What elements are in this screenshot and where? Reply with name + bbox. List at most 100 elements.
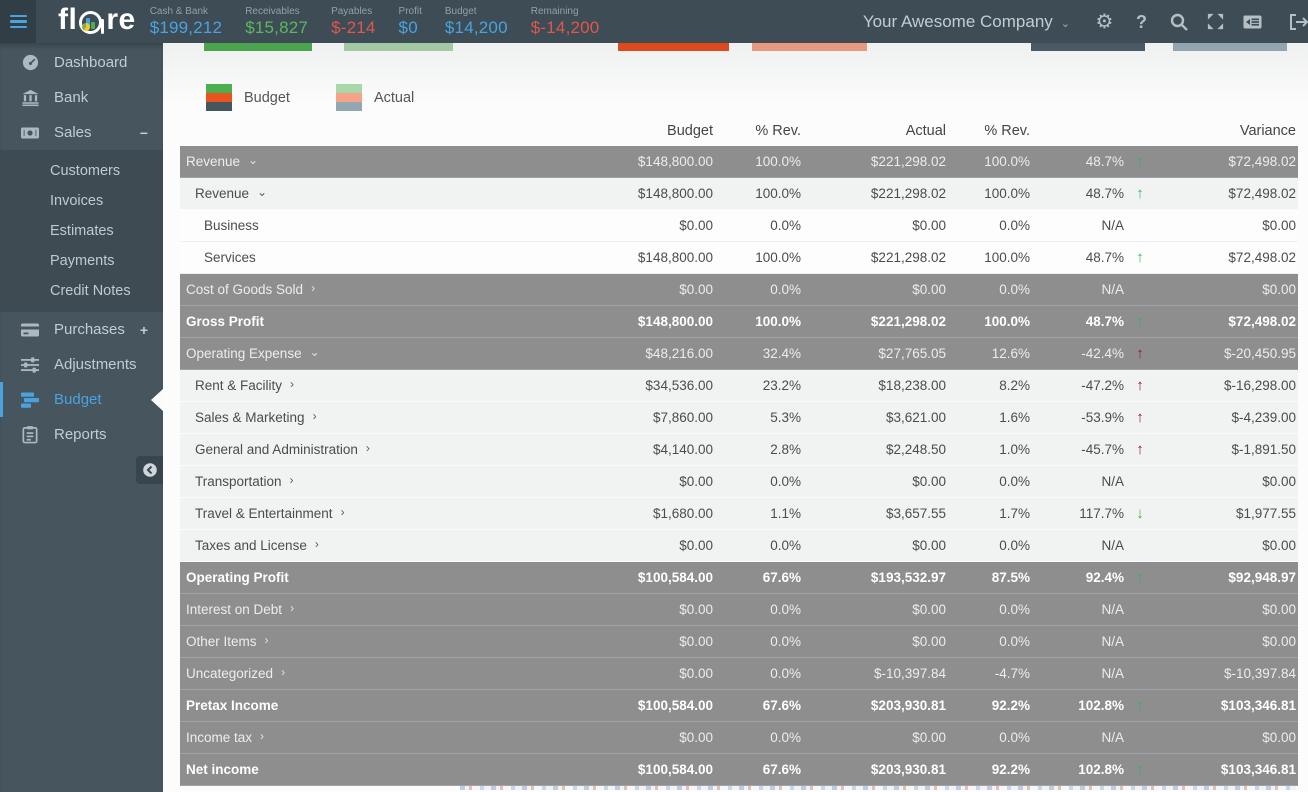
cell-variance: $0.00 xyxy=(1156,282,1298,297)
help-icon[interactable]: ? xyxy=(1123,13,1160,31)
cell-budget: $0.00 xyxy=(583,602,713,617)
table-row-income-tax[interactable]: Income tax›$0.000.0%$0.000.0%N/A$0.00 xyxy=(180,722,1298,754)
cell-budget: $1,680.00 xyxy=(583,506,713,521)
cell-variance: $72,498.02 xyxy=(1156,314,1298,329)
gear-icon[interactable]: ⚙ xyxy=(1086,12,1123,32)
trend-up-icon: ↑ xyxy=(1124,185,1156,202)
sidebar-item-invoices[interactable]: Invoices xyxy=(0,186,163,216)
company-selector[interactable]: Your Awesome Company ⌄ xyxy=(863,12,1070,32)
chart-bar-remnant-1 xyxy=(204,43,312,51)
table-row-uncategorized[interactable]: Uncategorized›$0.000.0%$-10,397.84-4.7%N… xyxy=(180,658,1298,690)
cell-budget: $100,584.00 xyxy=(583,570,713,585)
table-row-sales-marketing[interactable]: Sales & Marketing›$7,860.005.3%$3,621.00… xyxy=(180,402,1298,434)
trend-up-icon: ↑ xyxy=(1124,249,1156,266)
cell-variance: $72,498.02 xyxy=(1156,250,1298,265)
chart-bar-remnant-2 xyxy=(344,43,453,51)
cell-change-pct: -53.9% xyxy=(1030,410,1124,425)
cell-budget-pct: 0.0% xyxy=(713,538,801,553)
legend-item-budget[interactable]: Budget xyxy=(206,84,290,111)
col-budget: Budget xyxy=(583,123,713,139)
row-label: Pretax Income xyxy=(180,698,583,713)
cell-actual: $27,765.05 xyxy=(801,346,946,361)
cell-budget: $0.00 xyxy=(583,730,713,745)
stat-label: Receivables xyxy=(245,6,308,17)
row-label: Other Items› xyxy=(180,634,583,649)
sidebar-item-customers[interactable]: Customers xyxy=(0,156,163,186)
trend-up-icon: ↑ xyxy=(1124,697,1156,714)
sidebar-item-reports[interactable]: Reports xyxy=(0,417,163,452)
sidebar-item-dashboard[interactable]: Dashboard xyxy=(0,45,163,80)
cell-variance: $0.00 xyxy=(1156,474,1298,489)
table-row-travel-entertainment[interactable]: Travel & Entertainment›$1,680.001.1%$3,6… xyxy=(180,498,1298,530)
table-row-cost-of-goods-sold[interactable]: Cost of Goods Sold›$0.000.0%$0.000.0%N/A… xyxy=(180,274,1298,306)
cell-budget: $0.00 xyxy=(583,218,713,233)
cell-budget: $148,800.00 xyxy=(583,154,713,169)
sidebar-item-label: Purchases xyxy=(54,321,125,338)
cell-actual-pct: 0.0% xyxy=(946,218,1030,233)
cell-actual: $3,657.55 xyxy=(801,506,946,521)
legend-item-actual[interactable]: Actual xyxy=(336,84,414,111)
stat-label: Profit xyxy=(399,6,422,17)
header-stat-remaining: Remaining$-14,200 xyxy=(531,6,600,38)
cell-variance: $-16,298.00 xyxy=(1156,378,1298,393)
table-row-revenue[interactable]: Revenue⌄$148,800.00100.0%$221,298.02100.… xyxy=(180,178,1298,210)
cell-change-pct: 102.8% xyxy=(1030,762,1124,777)
cell-budget-pct: 0.0% xyxy=(713,282,801,297)
cell-variance: $72,498.02 xyxy=(1156,186,1298,201)
sidebar-item-payments[interactable]: Payments xyxy=(0,246,163,276)
row-label: Net income xyxy=(180,762,583,777)
app-logo[interactable]: fl re xyxy=(58,3,136,37)
table-row-rent-facility[interactable]: Rent & Facility›$34,536.0023.2%$18,238.0… xyxy=(180,370,1298,402)
expand-plus-icon[interactable]: + xyxy=(140,322,163,338)
table-row-general-and-administration[interactable]: General and Administration›$4,140.002.8%… xyxy=(180,434,1298,466)
cell-budget: $4,140.00 xyxy=(583,442,713,457)
table-row-other-items[interactable]: Other Items›$0.000.0%$0.000.0%N/A$0.00 xyxy=(180,626,1298,658)
stat-label: Remaining xyxy=(531,6,600,17)
search-icon[interactable] xyxy=(1160,12,1197,32)
hamburger-button[interactable] xyxy=(0,0,36,43)
chevron-right-icon: › xyxy=(366,442,370,455)
list-panel-icon[interactable] xyxy=(1234,12,1271,32)
cell-actual: $203,930.81 xyxy=(801,762,946,777)
table-row-operating-expense[interactable]: Operating Expense⌄$48,216.0032.4%$27,765… xyxy=(180,338,1298,370)
sidebar-item-budget[interactable]: Budget xyxy=(0,382,163,417)
cell-actual: $3,621.00 xyxy=(801,410,946,425)
cell-budget-pct: 23.2% xyxy=(713,378,801,393)
cell-actual: $221,298.02 xyxy=(801,314,946,329)
chart-bar-remnant-3 xyxy=(618,43,729,51)
header-icons: ⚙? xyxy=(1086,0,1308,43)
signout-icon[interactable] xyxy=(1271,12,1308,32)
row-label: Rent & Facility› xyxy=(180,378,583,393)
legend-swatch-icon xyxy=(206,84,232,111)
header-stats: Cash & Bank$199,212Receivables$15,827Pay… xyxy=(150,6,600,38)
sidebar-item-sales[interactable]: Sales− xyxy=(0,115,163,150)
bank-icon xyxy=(20,88,40,107)
table-row-net-income: Net income$100,584.0067.6%$203,930.8192.… xyxy=(180,754,1298,786)
sidebar-item-credit-notes[interactable]: Credit Notes xyxy=(0,276,163,306)
sidebar-item-adjustments[interactable]: Adjustments xyxy=(0,347,163,382)
cell-actual: $0.00 xyxy=(801,730,946,745)
table-row-interest-on-debt[interactable]: Interest on Debt›$0.000.0%$0.000.0%N/A$0… xyxy=(180,594,1298,626)
sidebar-item-label: Dashboard xyxy=(54,54,127,71)
collapse-minus-icon[interactable]: − xyxy=(140,125,163,141)
fullscreen-icon[interactable] xyxy=(1197,12,1234,31)
collapse-sidebar-button[interactable] xyxy=(136,456,163,484)
sidebar-item-purchases[interactable]: Purchases + xyxy=(0,312,163,347)
sidebar-item-label: Bank xyxy=(54,89,88,106)
row-label: General and Administration› xyxy=(180,442,583,457)
cell-budget-pct: 100.0% xyxy=(713,314,801,329)
sidebar-item-estimates[interactable]: Estimates xyxy=(0,216,163,246)
cell-change-pct: N/A xyxy=(1030,602,1124,617)
cell-actual: $2,248.50 xyxy=(801,442,946,457)
trend-up-icon: ↑ xyxy=(1124,761,1156,778)
sidebar-item-bank[interactable]: Bank xyxy=(0,80,163,115)
table-row-revenue[interactable]: Revenue⌄$148,800.00100.0%$221,298.02100.… xyxy=(180,146,1298,178)
cell-budget-pct: 2.8% xyxy=(713,442,801,457)
table-row-transportation[interactable]: Transportation›$0.000.0%$0.000.0%N/A$0.0… xyxy=(180,466,1298,498)
table-row-taxes-and-license[interactable]: Taxes and License›$0.000.0%$0.000.0%N/A$… xyxy=(180,530,1298,562)
stat-label: Payables xyxy=(331,6,375,17)
stat-label: Budget xyxy=(445,6,508,17)
chevron-right-icon: › xyxy=(290,602,294,615)
sidebar: Dashboard Bank Sales− CustomersInvoicesEsti… xyxy=(0,43,163,792)
col-budget-pct: % Rev. xyxy=(713,123,801,139)
